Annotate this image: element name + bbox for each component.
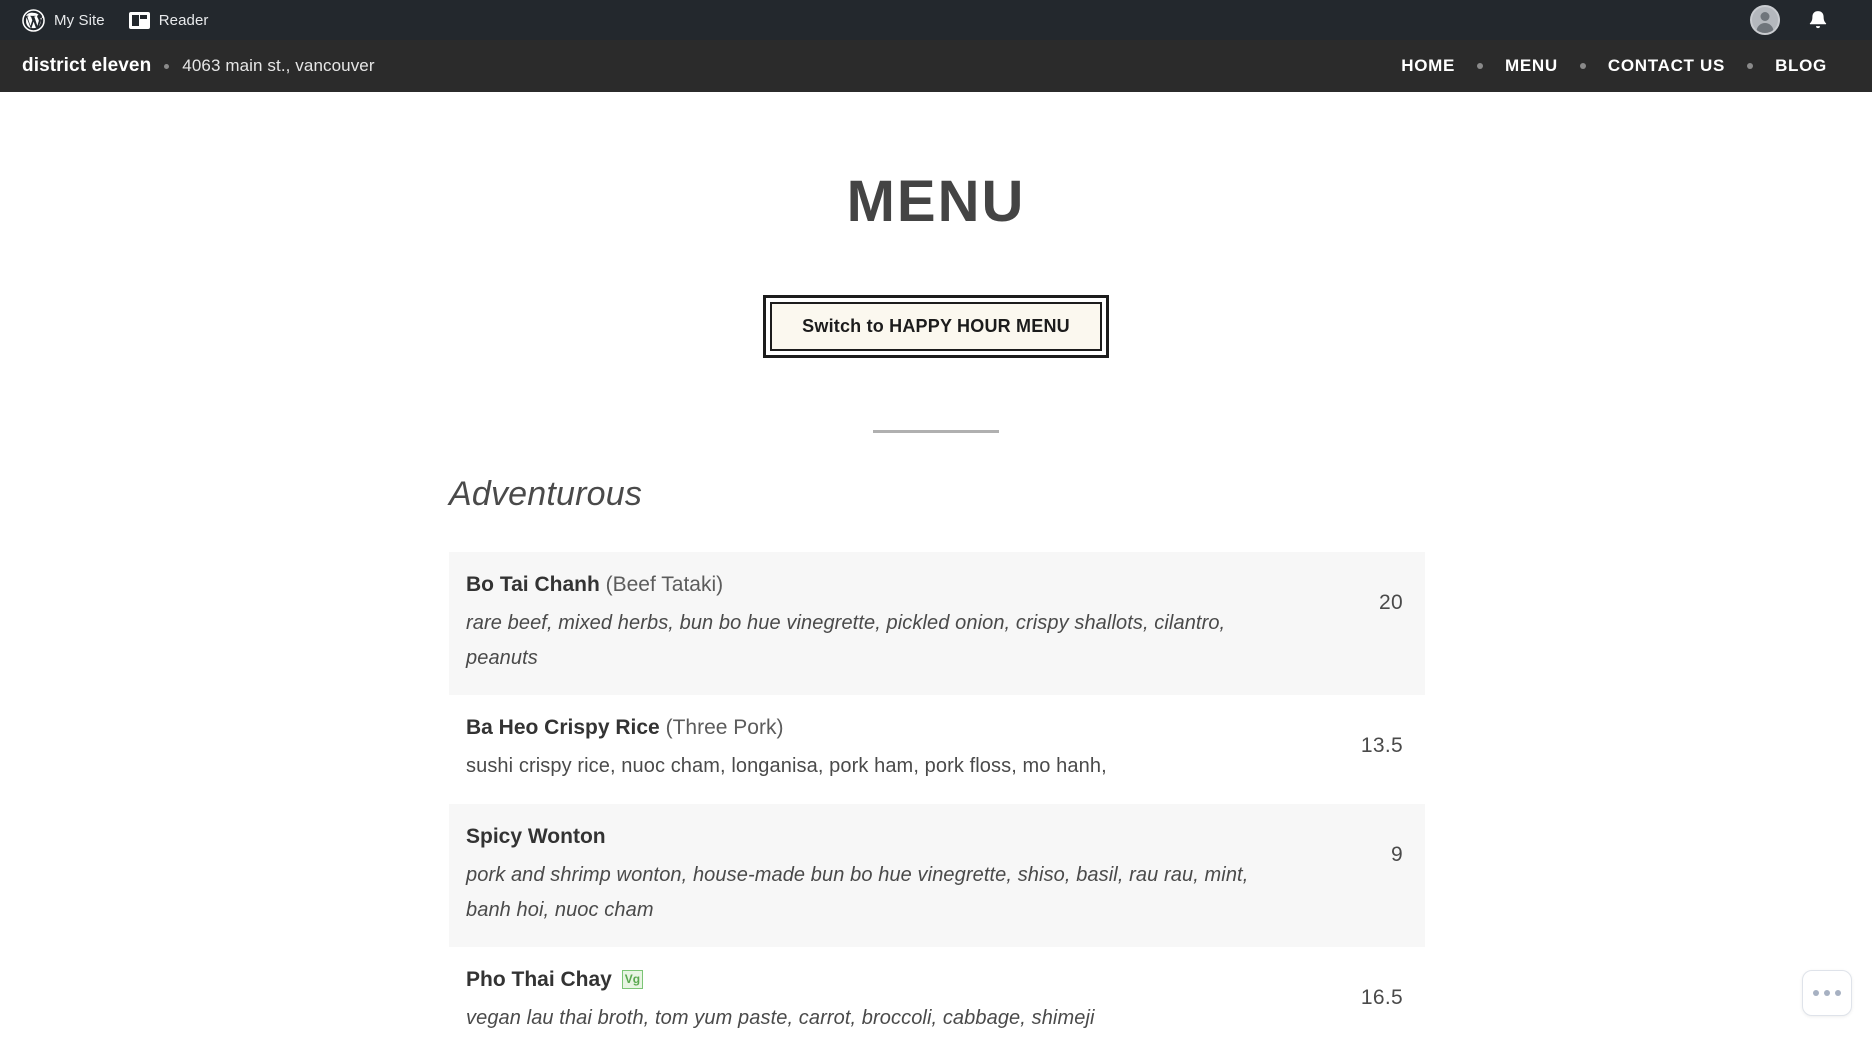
menu-item-name: Bo Tai Chanh <box>466 573 600 596</box>
nav-item-blog[interactable]: BLOG <box>1762 56 1840 76</box>
adminbar-right-group <box>1750 5 1852 35</box>
menu-item-list: Bo Tai Chanh (Beef Tataki) rare beef, mi… <box>449 552 1425 1038</box>
brand-separator-dot <box>164 63 170 69</box>
menu-item-body: Ba Heo Crispy Rice (Three Pork) sushi cr… <box>466 714 1319 784</box>
wordpress-logo-icon <box>22 8 45 32</box>
menu-item-row[interactable]: Pho Thai Chay Vg vegan lau thai broth, t… <box>449 946 1425 1038</box>
menu-item-price: 13.5 <box>1360 734 1403 758</box>
site-header: district eleven 4063 main st., vancouver… <box>0 40 1872 92</box>
nav-item-contact-us[interactable]: CONTACT US <box>1595 56 1738 76</box>
ellipsis-dot <box>1813 990 1819 996</box>
nav-item-home[interactable]: HOME <box>1388 56 1468 76</box>
nav-separator-dot <box>1747 63 1754 69</box>
menu-item-name: Spicy Wonton <box>466 824 606 848</box>
divider-wrapper <box>0 430 1872 433</box>
menu-item-body: Spicy Wonton pork and shrimp wonton, hou… <box>466 823 1319 927</box>
menu-item-price: 9 <box>1391 842 1403 866</box>
menu-section-heading: Adventurous <box>449 475 643 513</box>
primary-navigation: HOME MENU CONTACT US BLOG <box>1388 56 1850 76</box>
menu-item-description: vegan lau thai broth, tom yum paste, car… <box>466 1007 1095 1030</box>
menu-item-description: pork and shrimp wonton, house-made bun b… <box>466 864 1249 921</box>
ellipsis-icon[interactable] <box>1802 970 1852 1016</box>
section-divider <box>873 430 999 433</box>
adminbar-reader-label: Reader <box>158 11 209 29</box>
ellipsis-dot <box>1824 990 1830 996</box>
menu-item-description: rare beef, mixed herbs, bun bo hue vineg… <box>466 612 1226 669</box>
menu-item-title-line: Spicy Wonton <box>466 823 1295 851</box>
page-content: MENU Switch to HAPPY HOUR MENU Adventuro… <box>0 92 1872 1038</box>
switch-to-happy-hour-menu-button[interactable]: Switch to HAPPY HOUR MENU <box>763 295 1109 358</box>
site-branding[interactable]: district eleven 4063 main st., vancouver <box>22 55 375 77</box>
switch-menu-button-wrapper: Switch to HAPPY HOUR MENU <box>0 295 1872 358</box>
nav-separator-dot <box>1579 63 1586 69</box>
avatar[interactable] <box>1750 5 1780 35</box>
menu-item-title-line: Bo Tai Chanh (Beef Tataki) <box>466 571 1295 599</box>
adminbar-reader[interactable]: Reader <box>117 0 221 40</box>
nav-item-menu[interactable]: MENU <box>1492 56 1571 76</box>
wordpress-admin-bar: My Site Reader <box>0 0 1872 40</box>
site-title: district eleven <box>22 55 152 76</box>
menu-item-price: 20 <box>1379 591 1403 614</box>
menu-item-name: Pho Thai Chay <box>466 967 612 991</box>
menu-item-row[interactable]: Bo Tai Chanh (Beef Tataki) rare beef, mi… <box>449 552 1425 696</box>
notifications-bell-icon[interactable] <box>1806 8 1830 33</box>
menu-item-title-line: Ba Heo Crispy Rice (Three Pork) <box>466 714 1295 742</box>
menu-item-body: Pho Thai Chay Vg vegan lau thai broth, t… <box>466 966 1319 1036</box>
menu-item-title-line: Pho Thai Chay Vg <box>466 966 1295 994</box>
menu-item-description: sushi crispy rice, nuoc cham, longanisa,… <box>466 755 1107 778</box>
switch-button-label: Switch to HAPPY HOUR MENU <box>770 302 1102 351</box>
menu-item-name: Ba Heo Crispy Rice <box>466 716 660 740</box>
menu-item-subtitle: (Three Pork) <box>665 716 784 740</box>
ellipsis-dot <box>1835 990 1841 996</box>
nav-separator-dot <box>1477 63 1484 69</box>
adminbar-my-site[interactable]: My Site <box>10 0 117 40</box>
menu-item-subtitle: (Beef Tataki) <box>605 573 724 596</box>
menu-item-row[interactable]: Spicy Wonton pork and shrimp wonton, hou… <box>449 803 1425 947</box>
reader-icon <box>128 11 150 29</box>
menu-item-body: Bo Tai Chanh (Beef Tataki) rare beef, mi… <box>466 571 1319 675</box>
site-address: 4063 main st., vancouver <box>182 56 375 75</box>
adminbar-my-site-label: My Site <box>54 11 105 29</box>
vegan-badge: Vg <box>621 969 644 989</box>
page-title: MENU <box>846 169 1026 234</box>
menu-container: Adventurous Bo Tai Chanh (Beef Tataki) r… <box>447 475 1425 1038</box>
menu-item-row[interactable]: Ba Heo Crispy Rice (Three Pork) sushi cr… <box>449 695 1425 804</box>
menu-item-price: 16.5 <box>1360 985 1403 1009</box>
